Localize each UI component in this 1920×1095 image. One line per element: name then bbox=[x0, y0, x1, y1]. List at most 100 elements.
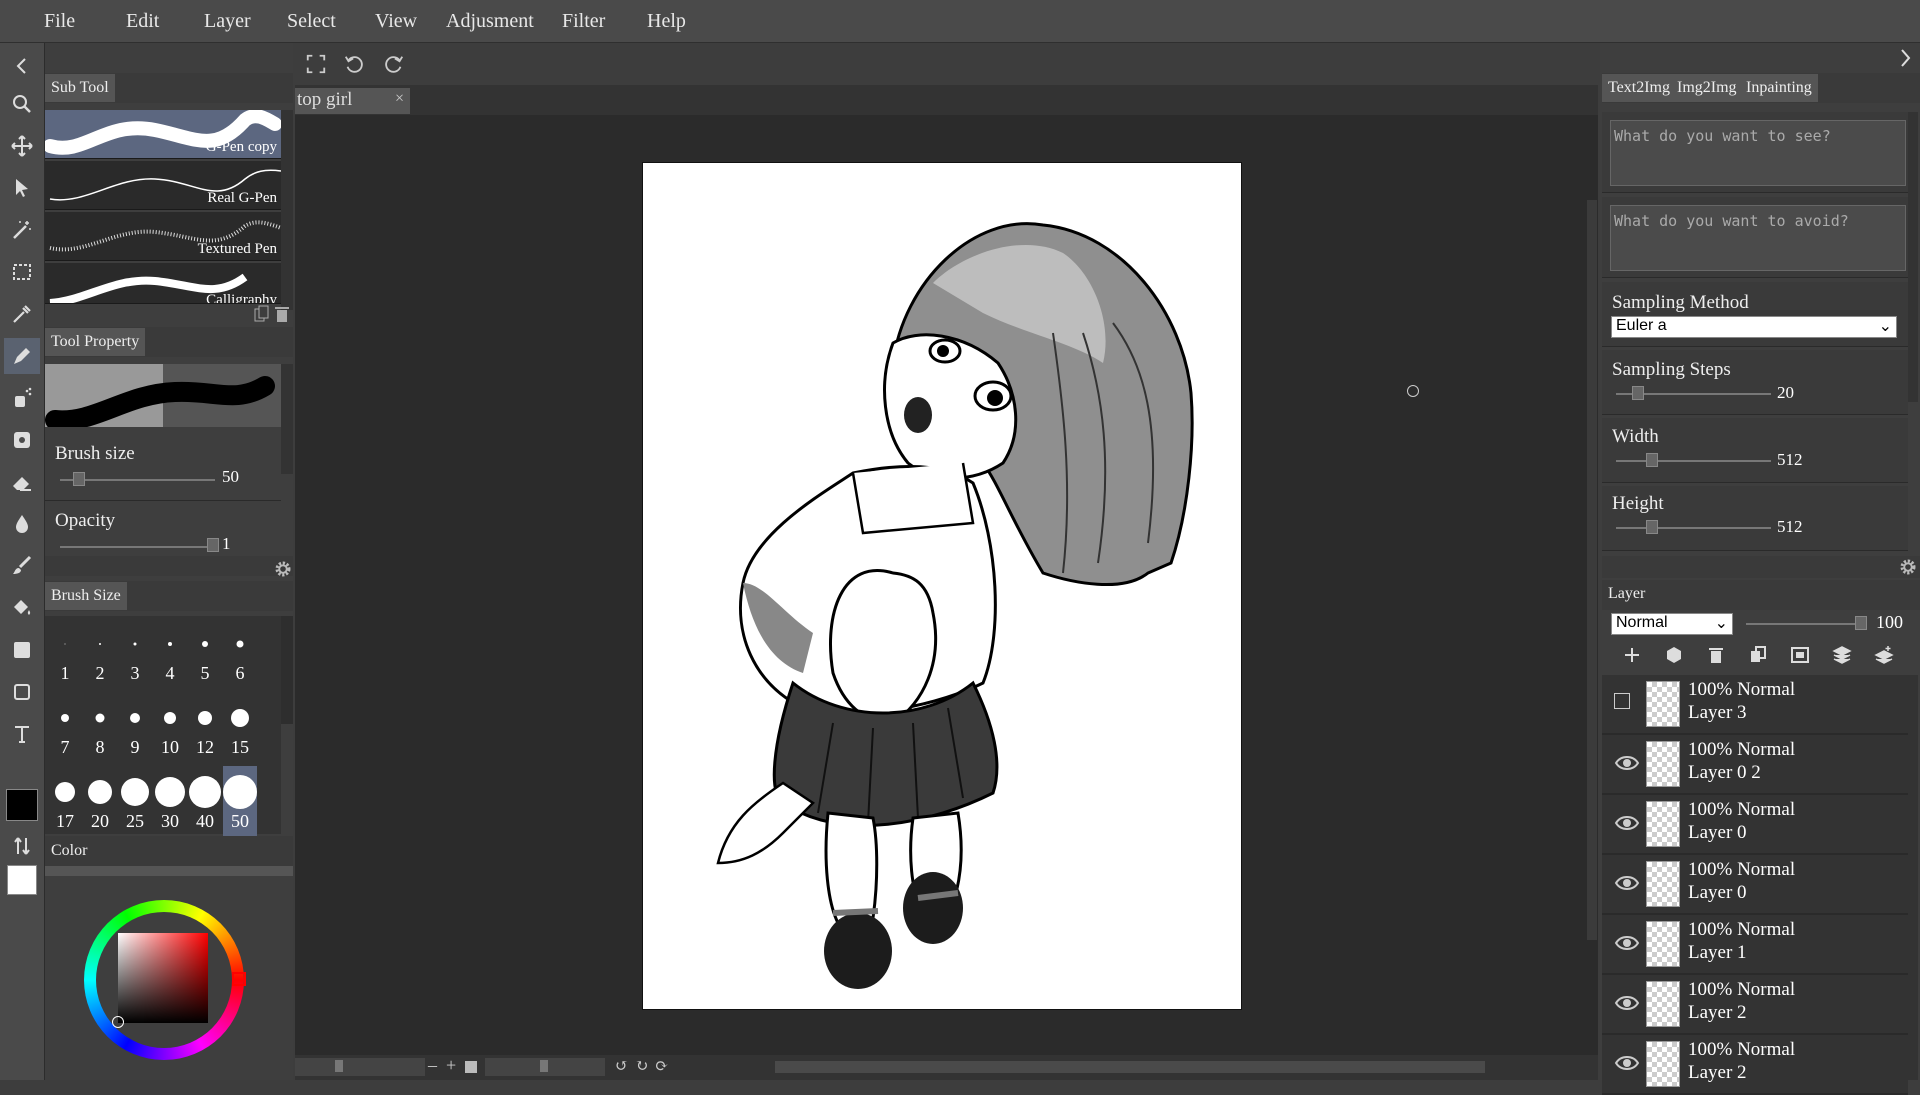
hue-picker-handle[interactable] bbox=[232, 972, 246, 986]
tab-layer[interactable]: Layer bbox=[1602, 580, 1652, 608]
tab-sub-tool[interactable]: Sub Tool bbox=[45, 74, 115, 102]
canvas-horizontal-scrollbar[interactable] bbox=[775, 1061, 1485, 1073]
layer-row[interactable]: 100% Normal Layer 1 bbox=[1602, 915, 1908, 975]
brush-size-option-6[interactable]: 6 bbox=[223, 618, 257, 688]
tool-settings-gear-icon[interactable] bbox=[274, 560, 292, 583]
eye-icon[interactable] bbox=[1614, 932, 1640, 954]
blend-mode-select[interactable]: Normal ⌄ bbox=[1611, 613, 1733, 635]
airbrush-tool-icon[interactable] bbox=[4, 380, 40, 416]
negative-prompt-input[interactable]: What do you want to avoid? bbox=[1610, 205, 1906, 271]
menu-help[interactable]: Help bbox=[647, 0, 686, 42]
duplicate-layer-icon[interactable] bbox=[1748, 645, 1768, 665]
eye-icon[interactable] bbox=[1614, 812, 1640, 834]
width-slider-knob[interactable] bbox=[1646, 453, 1658, 467]
shape-tool-icon[interactable] bbox=[4, 674, 40, 710]
tab-color[interactable]: Color bbox=[45, 837, 94, 865]
layer-row[interactable]: 100% Normal Layer 0 bbox=[1602, 795, 1908, 855]
brush-size-scrollbar[interactable] bbox=[281, 616, 293, 724]
delete-brush-icon[interactable] bbox=[274, 305, 290, 323]
eye-icon[interactable] bbox=[1614, 872, 1640, 894]
brush-size-option-12[interactable]: 12 bbox=[188, 692, 222, 762]
brush-size-option-10[interactable]: 10 bbox=[153, 692, 187, 762]
brush-size-option-1[interactable]: 1 bbox=[48, 618, 82, 688]
tab-img2img[interactable]: Img2Img bbox=[1671, 74, 1743, 102]
eyedropper-tool-icon[interactable] bbox=[4, 296, 40, 332]
rotate-slider-knob[interactable] bbox=[540, 1060, 548, 1072]
brush-size-slider-knob[interactable] bbox=[73, 472, 85, 486]
opacity-slider-knob[interactable] bbox=[207, 538, 219, 552]
zoom-slider[interactable] bbox=[295, 1058, 425, 1076]
canvas-vertical-scrollbar[interactable] bbox=[1587, 200, 1597, 940]
copy-brush-icon[interactable] bbox=[254, 305, 270, 323]
eraser-tool-icon[interactable] bbox=[4, 464, 40, 500]
tab-inpainting[interactable]: Inpainting bbox=[1740, 74, 1818, 102]
layer-row[interactable]: 100% Normal Layer 2 bbox=[1602, 975, 1908, 1035]
layer-row[interactable]: 100% Normal Layer 0 2 bbox=[1602, 735, 1908, 795]
opacity-slider[interactable] bbox=[60, 546, 215, 548]
brush-item-real-g-pen[interactable]: Real G-Pen bbox=[45, 161, 281, 210]
blend-drop-tool-icon[interactable] bbox=[4, 506, 40, 542]
brush-size-option-50[interactable]: 50 bbox=[223, 766, 257, 836]
brush-size-option-9[interactable]: 9 bbox=[118, 692, 152, 762]
brush-size-option-7[interactable]: 7 bbox=[48, 692, 82, 762]
main-color-swatch[interactable] bbox=[6, 789, 38, 821]
layer-row[interactable]: 100% Normal Layer 3 bbox=[1602, 675, 1908, 735]
fit-canvas-icon[interactable] bbox=[465, 1061, 477, 1073]
brush-size-option-25[interactable]: 25 bbox=[118, 766, 152, 836]
merge-layers-icon[interactable] bbox=[1832, 645, 1852, 665]
zoom-slider-knob[interactable] bbox=[335, 1060, 343, 1072]
layer-row[interactable]: 100% Normal Layer 0 bbox=[1602, 855, 1908, 915]
zoom-tool-icon[interactable] bbox=[4, 86, 40, 122]
prompt-input[interactable]: What do you want to see? bbox=[1610, 120, 1906, 186]
brush-size-option-30[interactable]: 30 bbox=[153, 766, 187, 836]
layer-mask-icon[interactable] bbox=[1790, 645, 1810, 665]
zoom-in-icon[interactable]: + bbox=[446, 1055, 456, 1076]
zoom-out-icon[interactable]: – bbox=[428, 1055, 437, 1076]
brush-item-g-pen-copy[interactable]: G-Pen copy bbox=[45, 110, 281, 159]
magic-wand-tool-icon[interactable] bbox=[4, 212, 40, 248]
drawing-canvas[interactable] bbox=[642, 162, 1242, 1010]
brush-tool-icon[interactable] bbox=[4, 548, 40, 584]
eye-icon[interactable] bbox=[1614, 992, 1640, 1014]
close-tab-icon[interactable]: × bbox=[395, 90, 404, 108]
menu-filter[interactable]: Filter bbox=[562, 0, 605, 42]
sub-color-swatch[interactable] bbox=[7, 865, 37, 895]
brush-item-textured-pen[interactable]: Textured Pen bbox=[45, 212, 281, 261]
menu-file[interactable]: File bbox=[44, 0, 75, 42]
width-slider[interactable] bbox=[1616, 460, 1771, 462]
redo-icon[interactable] bbox=[383, 53, 405, 80]
brush-size-option-2[interactable]: 2 bbox=[83, 618, 117, 688]
decoration-tool-icon[interactable] bbox=[4, 422, 40, 458]
eye-icon[interactable] bbox=[1614, 752, 1640, 774]
rotate-left-icon[interactable]: ↺ bbox=[615, 1056, 628, 1076]
menu-select[interactable]: Select bbox=[287, 0, 336, 42]
brush-item-calligraphy[interactable]: Calligraphy bbox=[45, 263, 281, 304]
sampling-steps-knob[interactable] bbox=[1632, 386, 1644, 400]
brush-size-option-40[interactable]: 40 bbox=[188, 766, 222, 836]
layer-opacity-slider[interactable] bbox=[1746, 623, 1866, 625]
collapse-right-icon[interactable] bbox=[1898, 47, 1914, 74]
sub-tool-scrollbar[interactable] bbox=[281, 110, 293, 310]
eye-icon[interactable] bbox=[1614, 1052, 1640, 1074]
menu-layer[interactable]: Layer bbox=[204, 0, 251, 42]
layer-folder-icon[interactable] bbox=[1664, 645, 1684, 665]
fullscreen-icon[interactable] bbox=[305, 53, 327, 80]
brush-size-option-20[interactable]: 20 bbox=[83, 766, 117, 836]
marquee-tool-icon[interactable] bbox=[4, 254, 40, 290]
add-layer-icon[interactable] bbox=[1622, 645, 1642, 665]
gradient-tool-icon[interactable] bbox=[4, 632, 40, 668]
collapse-left-icon[interactable] bbox=[4, 48, 40, 84]
visibility-checkbox[interactable] bbox=[1614, 693, 1630, 709]
height-slider-knob[interactable] bbox=[1646, 520, 1658, 534]
menu-edit[interactable]: Edit bbox=[126, 0, 159, 42]
move-tool-icon[interactable] bbox=[4, 128, 40, 164]
generation-scrollbar[interactable] bbox=[1908, 112, 1918, 402]
fill-bucket-tool-icon[interactable] bbox=[4, 590, 40, 626]
layer-opacity-knob[interactable] bbox=[1855, 616, 1867, 630]
brush-size-option-3[interactable]: 3 bbox=[118, 618, 152, 688]
layer-list-scrollbar[interactable] bbox=[1908, 675, 1918, 1080]
document-tab[interactable]: top girl × bbox=[295, 88, 410, 114]
delete-layer-icon[interactable] bbox=[1706, 645, 1726, 665]
color-picker-handle[interactable] bbox=[112, 1016, 124, 1028]
layer-row[interactable]: 100% Normal Layer 2 bbox=[1602, 1035, 1908, 1095]
